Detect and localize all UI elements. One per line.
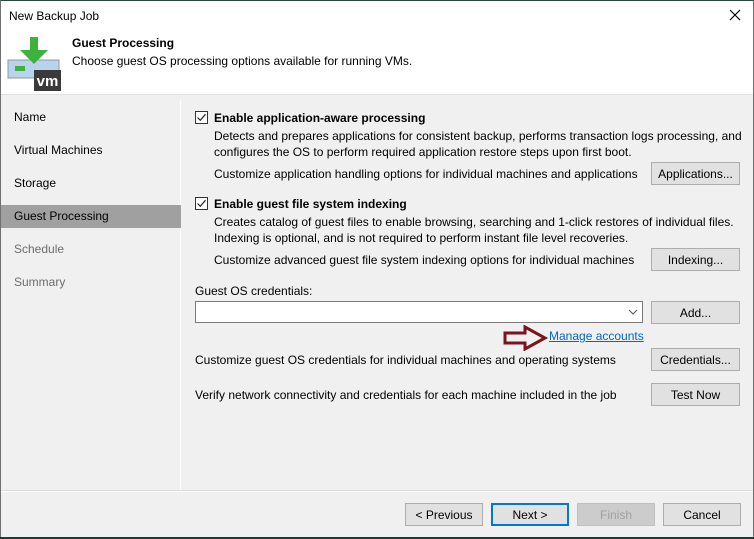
checkmark-icon bbox=[197, 113, 206, 122]
vm-label: vm bbox=[37, 73, 59, 90]
next-button[interactable]: Next > bbox=[491, 503, 569, 526]
sidebar-item-name[interactable]: Name bbox=[1, 106, 181, 129]
close-button[interactable] bbox=[725, 5, 745, 25]
step-title: Guest Processing bbox=[72, 36, 175, 50]
close-icon bbox=[729, 9, 741, 21]
wizard-header: vm Guest Processing Choose guest OS proc… bbox=[1, 31, 753, 95]
vm-backup-icon: vm bbox=[7, 37, 61, 91]
arrow-right-icon bbox=[503, 325, 549, 351]
previous-button[interactable]: < Previous bbox=[405, 503, 483, 526]
sidebar-item-summary: Summary bbox=[14, 275, 66, 289]
checkmark-icon bbox=[197, 199, 206, 208]
guest-processing-panel: Enable application-aware processing Dete… bbox=[182, 100, 753, 490]
window-title: New Backup Job bbox=[9, 9, 100, 23]
cancel-button[interactable]: Cancel bbox=[663, 503, 741, 526]
indexing-desc-1: Creates catalog of guest files to enable… bbox=[214, 215, 734, 229]
verify-text: Verify network connectivity and credenti… bbox=[195, 388, 617, 402]
chevron-down-icon bbox=[628, 309, 638, 315]
guest-os-credentials-select[interactable] bbox=[195, 301, 643, 323]
applications-button[interactable]: Applications... bbox=[651, 162, 740, 185]
sidebar-item-schedule: Schedule bbox=[14, 242, 65, 256]
app-aware-checkbox[interactable] bbox=[195, 111, 208, 124]
indexing-button[interactable]: Indexing... bbox=[651, 248, 740, 271]
test-now-button[interactable]: Test Now bbox=[651, 383, 740, 406]
indexing-checkbox[interactable] bbox=[195, 197, 208, 210]
guest-os-credentials-label: Guest OS credentials: bbox=[195, 284, 313, 298]
app-aware-desc-2: configures the OS to perform required ap… bbox=[214, 145, 632, 159]
sidebar-item-storage[interactable]: Storage bbox=[1, 172, 181, 195]
credentials-button[interactable]: Credentials... bbox=[651, 348, 740, 371]
sidebar-item-virtual-machines[interactable]: Virtual Machines bbox=[1, 139, 181, 162]
app-aware-desc-1: Detects and prepares applications for co… bbox=[214, 129, 742, 143]
app-aware-customize-text: Customize application handling options f… bbox=[214, 167, 638, 181]
credentials-customize-text: Customize guest OS credentials for indiv… bbox=[195, 353, 616, 367]
title-bar: New Backup Job bbox=[1, 1, 753, 31]
indexing-label[interactable]: Enable guest file system indexing bbox=[214, 197, 407, 211]
indexing-customize-text: Customize advanced guest file system ind… bbox=[214, 253, 635, 267]
finish-button: Finish bbox=[577, 503, 655, 526]
manage-accounts-link[interactable]: Manage accounts bbox=[549, 329, 644, 343]
app-aware-label[interactable]: Enable application-aware processing bbox=[214, 111, 425, 125]
step-subtitle: Choose guest OS processing options avail… bbox=[72, 54, 413, 68]
add-credentials-button[interactable]: Add... bbox=[651, 301, 740, 324]
wizard-footer: < Previous Next > Finish Cancel bbox=[1, 491, 753, 537]
indexing-desc-2: Indexing is optional, and is not require… bbox=[214, 231, 629, 245]
new-backup-job-window: New Backup Job vm Guest Processing Choos… bbox=[0, 0, 754, 537]
wizard-steps-sidebar: Name Virtual Machines Storage Guest Proc… bbox=[1, 100, 181, 490]
sidebar-item-guest-processing[interactable]: Guest Processing bbox=[1, 205, 181, 228]
